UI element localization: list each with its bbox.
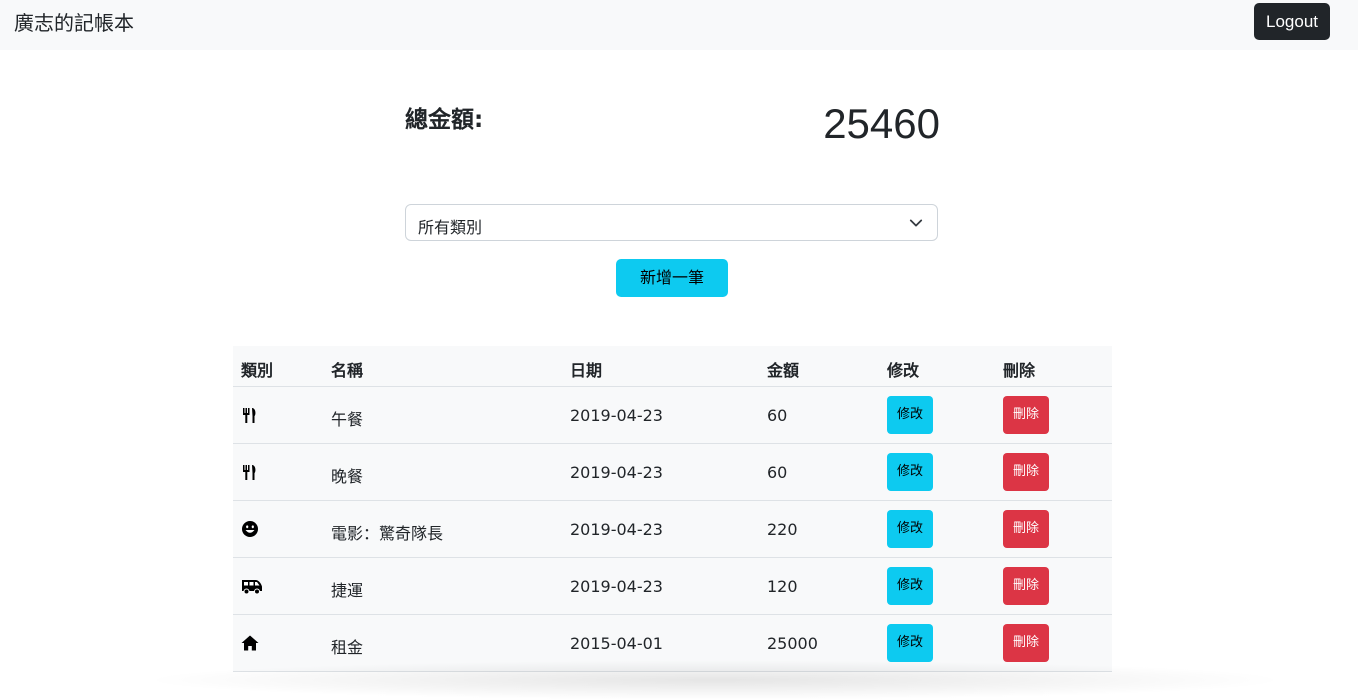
record-amount: 60	[767, 406, 788, 425]
category-filter-select[interactable]: 所有類別	[405, 204, 938, 241]
add-record-button[interactable]: 新增一筆	[616, 259, 728, 297]
smile-icon	[242, 521, 258, 537]
delete-button[interactable]: 刪除	[1003, 510, 1049, 548]
record-date: 2019-04-23	[570, 520, 663, 539]
header-name: 名稱	[331, 361, 364, 380]
record-amount: 60	[767, 463, 788, 482]
delete-button[interactable]: 刪除	[1003, 396, 1049, 434]
header-edit: 修改	[887, 361, 920, 380]
table-row: 午餐 2019-04-23 60 修改 刪除	[233, 387, 1112, 444]
record-date: 2019-04-23	[570, 463, 663, 482]
delete-button[interactable]: 刪除	[1003, 567, 1049, 605]
record-date: 2019-04-23	[570, 406, 663, 425]
edit-button[interactable]: 修改	[887, 453, 933, 491]
edit-button[interactable]: 修改	[887, 624, 933, 662]
header-category: 類別	[241, 361, 274, 380]
record-name: 捷運	[331, 581, 364, 600]
table-row: 晚餐 2019-04-23 60 修改 刪除	[233, 444, 1112, 501]
home-icon	[241, 635, 259, 651]
edit-button[interactable]: 修改	[887, 510, 933, 548]
edit-button[interactable]: 修改	[887, 396, 933, 434]
header-delete: 刪除	[1003, 361, 1036, 380]
record-name: 租金	[331, 638, 364, 657]
record-name: 午餐	[331, 410, 364, 429]
table-row: 捷運 2019-04-23 120 修改 刪除	[233, 558, 1112, 615]
record-name: 晚餐	[331, 467, 364, 486]
total-value: 25460	[823, 100, 940, 147]
record-amount: 120	[767, 577, 798, 596]
table-row: 電影：驚奇隊長 2019-04-23 220 修改 刪除	[233, 501, 1112, 558]
utensils-icon	[243, 408, 256, 423]
navbar: 廣志的記帳本 Logout	[0, 0, 1358, 50]
delete-button[interactable]: 刪除	[1003, 453, 1049, 491]
records-table: 類別 名稱 日期 金額 修改 刪除 午餐 2019-04-23 60 修改 刪除	[233, 346, 1112, 672]
shuttle-van-icon	[242, 580, 262, 595]
edit-button[interactable]: 修改	[887, 567, 933, 605]
table-row: 租金 2015-04-01 25000 修改 刪除	[233, 615, 1112, 672]
brand-title[interactable]: 廣志的記帳本	[14, 11, 134, 35]
header-date: 日期	[570, 361, 603, 380]
table-header: 類別 名稱 日期 金額 修改 刪除	[233, 346, 1112, 387]
utensils-icon	[243, 465, 256, 480]
logout-button[interactable]: Logout	[1254, 3, 1330, 40]
delete-button[interactable]: 刪除	[1003, 624, 1049, 662]
header-amount: 金額	[767, 361, 800, 380]
record-date: 2015-04-01	[570, 634, 663, 653]
record-amount: 25000	[767, 634, 818, 653]
record-name: 電影：驚奇隊長	[331, 524, 444, 543]
record-amount: 220	[767, 520, 798, 539]
chevron-down-icon	[909, 219, 923, 227]
record-date: 2019-04-23	[570, 577, 663, 596]
total-label: 總金額:	[405, 107, 484, 133]
category-filter-value: 所有類別	[418, 218, 483, 237]
